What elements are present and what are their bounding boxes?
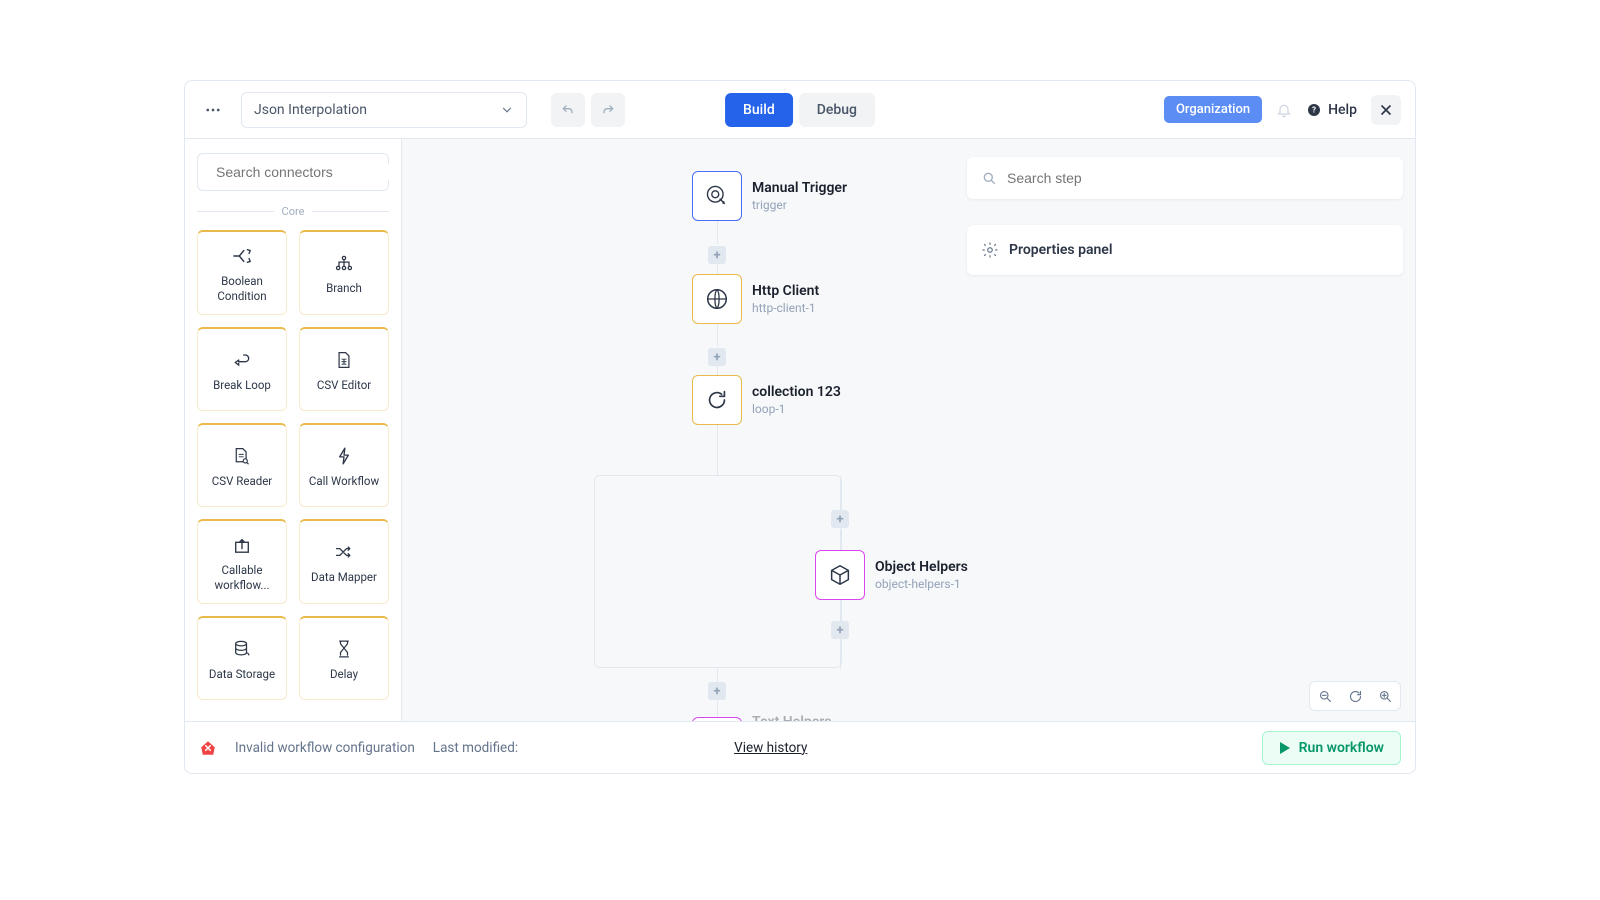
connector-callable-workflow[interactable]: Callable workflow... [197,519,287,604]
search-step-input[interactable] [1007,170,1389,186]
connector-line [717,221,718,244]
loop-icon [692,375,742,425]
bottombar: Invalid workflow configuration Last modi… [185,721,1415,773]
error-icon [199,739,217,757]
close-button[interactable] [1371,95,1401,125]
organization-badge[interactable]: Organization [1164,96,1262,123]
properties-panel[interactable]: Properties panel [967,225,1403,275]
node-title: collection 123 [752,384,841,400]
connector-csv-reader[interactable]: CSV Reader [197,423,287,507]
view-history-link[interactable]: View history [734,740,807,756]
node-subtitle: trigger [752,198,847,212]
node-title: Http Client [752,283,819,299]
return-icon [232,350,252,370]
trigger-icon [692,171,742,221]
redo-icon [600,102,616,118]
doc-grid-icon [336,350,352,370]
help-icon: ? [1306,102,1322,118]
node-title: Manual Trigger [752,180,847,196]
node-subtitle: loop-1 [752,402,841,416]
topbar-right: Organization ? Help [1164,95,1401,125]
zoom-in-button[interactable] [1370,682,1400,710]
svg-text:?: ? [1312,105,1316,114]
help-button[interactable]: ? Help [1306,102,1357,118]
loop-container [594,475,842,668]
topbar: Json Interpolation Build Debug Organizat… [185,81,1415,139]
notifications-button[interactable] [1272,98,1296,122]
add-step-button[interactable]: + [831,510,849,528]
branch-arrow-icon [231,246,253,266]
node-manual-trigger[interactable]: Manual Trigger trigger [692,171,847,221]
body-area: Core Boolean Condition Branch Break Loop… [185,139,1415,721]
globe-icon [692,274,742,324]
search-step-box[interactable] [967,157,1403,199]
connector-break-loop[interactable]: Break Loop [197,327,287,411]
connector-data-mapper[interactable]: Data Mapper [299,519,389,604]
properties-panel-label: Properties panel [1009,242,1112,258]
zoom-reset-button[interactable] [1340,682,1370,710]
gear-icon [981,241,999,259]
add-step-button[interactable]: + [831,621,849,639]
node-subtitle: object-helpers-1 [875,577,968,591]
bell-icon [1276,102,1292,118]
shuffle-icon [334,542,354,562]
undo-button[interactable] [551,93,585,127]
connector-csv-editor[interactable]: CSV Editor [299,327,389,411]
help-label: Help [1328,102,1357,118]
chevron-down-icon [500,103,514,117]
node-http-client[interactable]: Http Client http-client-1 [692,274,819,324]
connector-branch[interactable]: Branch [299,230,389,315]
more-menu-button[interactable] [199,96,227,124]
tab-build[interactable]: Build [725,93,793,127]
connectors-sidebar: Core Boolean Condition Branch Break Loop… [185,139,402,721]
redo-button[interactable] [591,93,625,127]
connector-line [717,424,718,475]
workflow-canvas[interactable]: + + + + + Manual Trigger trigger [402,139,1415,721]
undo-redo-group [551,93,625,127]
doc-search-icon [233,446,251,466]
cube-icon [815,550,865,600]
dots-horizontal-icon [204,101,222,119]
node-title: Text Helpers [752,714,832,721]
mode-tabs: Build Debug [725,93,875,127]
zoom-controls [1309,681,1401,711]
node-subtitle: http-client-1 [752,301,819,315]
node-loop[interactable]: collection 123 loop-1 [692,375,841,425]
zoom-out-button[interactable] [1310,682,1340,710]
connector-delay[interactable]: Delay [299,616,389,700]
run-workflow-button[interactable]: Run workflow [1262,731,1401,765]
database-icon [233,639,251,659]
connector-search[interactable] [197,153,389,191]
connector-call-workflow[interactable]: Call Workflow [299,423,389,507]
connector-line [717,323,718,346]
undo-icon [560,102,576,118]
connector-grid: Boolean Condition Branch Break Loop CSV … [185,226,401,712]
add-step-button[interactable]: + [708,682,726,700]
add-step-button[interactable]: + [708,348,726,366]
close-icon [1378,102,1394,118]
bolt-icon [337,446,351,466]
play-icon [1279,741,1291,755]
upload-box-icon [233,535,251,555]
node-object-helpers[interactable]: Object Helpers object-helpers-1 [815,550,968,600]
connector-data-storage[interactable]: Data Storage [197,616,287,700]
connector-line [717,668,718,682]
node-title: Object Helpers [875,559,968,575]
run-workflow-label: Run workflow [1299,740,1384,756]
tree-icon [334,253,354,273]
node-text-helpers[interactable]: Text Helpers [692,714,832,721]
connector-boolean-condition[interactable]: Boolean Condition [197,230,287,315]
last-modified-label: Last modified: [433,740,518,756]
workflow-select-label: Json Interpolation [254,102,367,118]
core-section-label: Core [185,205,401,226]
connector-search-input[interactable] [216,164,397,180]
search-icon [981,170,997,186]
tab-debug[interactable]: Debug [799,93,875,127]
text-icon [692,717,742,721]
add-step-button[interactable]: + [708,246,726,264]
workflow-select[interactable]: Json Interpolation [241,92,527,128]
error-text: Invalid workflow configuration [235,740,415,756]
app-frame: Json Interpolation Build Debug Organizat… [184,80,1416,774]
hourglass-icon [337,639,351,659]
